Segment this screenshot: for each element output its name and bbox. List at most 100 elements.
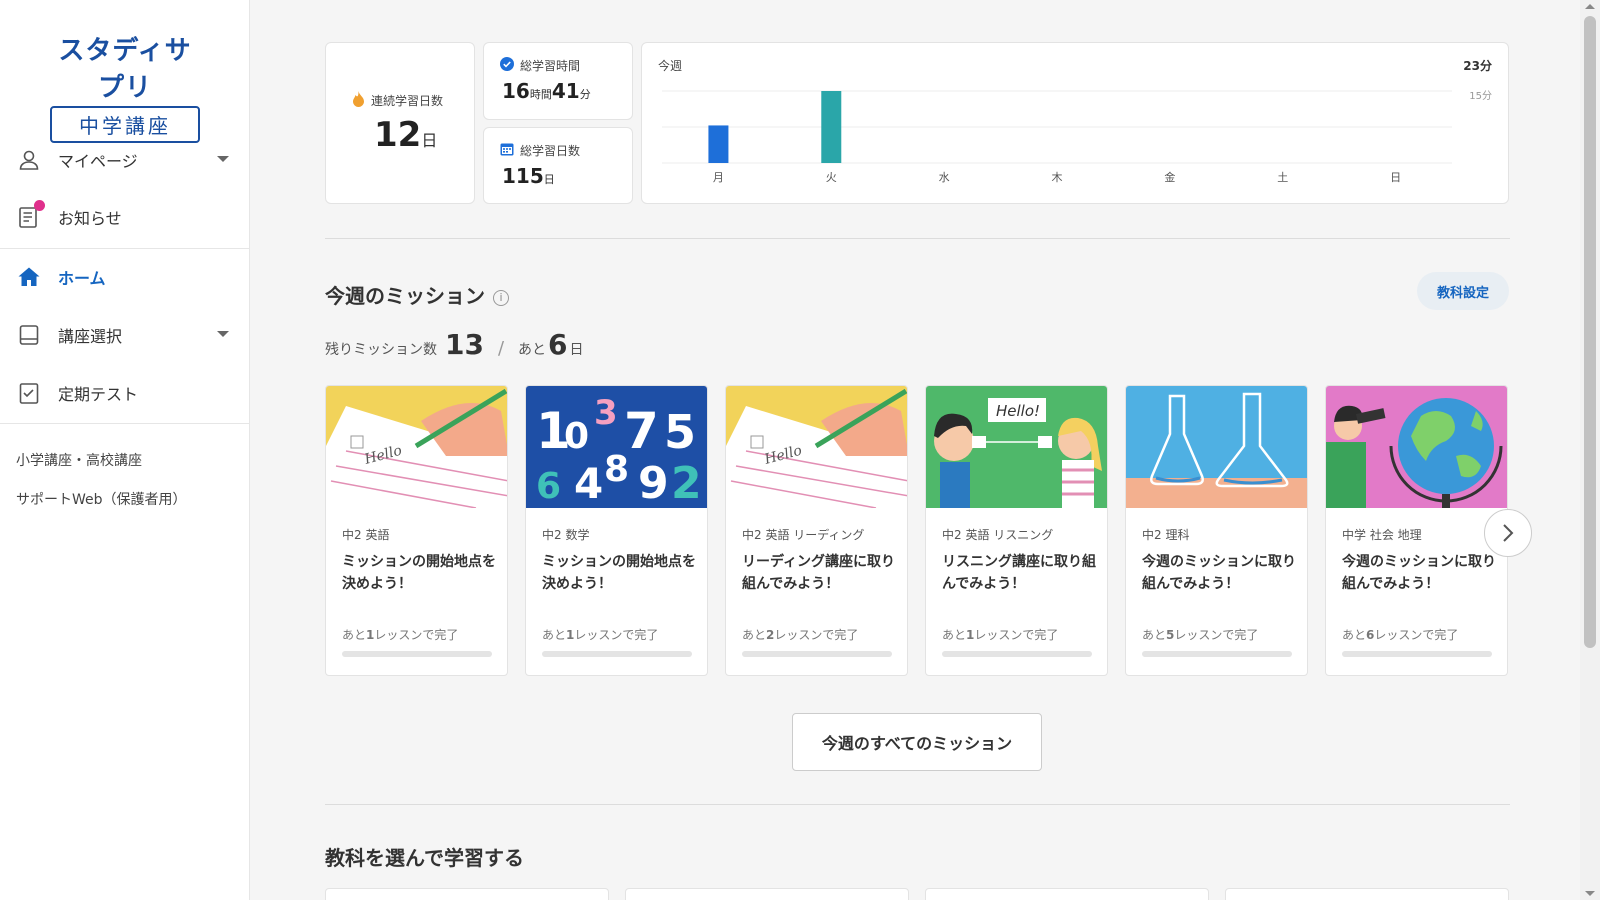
remain-suffix: レッスンで完了 [1374,628,1459,642]
total-days-card: 総学習日数 115日 [483,127,633,204]
chevron-down-icon [217,331,229,337]
sidebar-item-mypage[interactable]: マイページ [0,135,249,185]
chart-bar-0 [708,125,729,163]
remaining-count: 13 [445,328,484,361]
svg-text:5: 5 [664,405,696,459]
days-left-unit: 日 [569,342,584,358]
sidebar-item-news[interactable]: お知らせ [0,192,249,242]
mission-title: リーディング講座に取り組んでみよう！ [742,554,896,592]
chart-tick-label: 木 [1052,171,1063,184]
page-scrollbar[interactable] [1580,0,1600,900]
sidebar-item-label: お知らせ [58,209,122,228]
sidebar-item-home[interactable]: ホーム [0,252,249,302]
svg-text:9: 9 [638,458,669,508]
user-icon [16,147,42,173]
sidebar-item-label: ホーム [58,269,106,288]
mission-subject: 中2 英語 リスニング [942,528,1054,542]
weekly-bar-chart: 月火水木金土日 [662,90,1452,184]
info-icon[interactable]: i [493,289,509,306]
sidebar-item-label: 講座選択 [58,327,123,346]
mission-subject: 中2 理科 [1142,528,1190,542]
streak-value: 12 [374,115,422,155]
brand-logo[interactable]: スタディサプリ 中学講座 [50,30,200,143]
parent-support-link[interactable]: サポートWeb（保護者用） [16,489,187,509]
mission-card-social-geography[interactable]: 中学 社会 地理 今週のミッションに取り組んでみよう！ あと6レッスンで完了 [1325,385,1508,676]
subject-card[interactable] [1225,888,1509,900]
mission-illustration-flasks [1126,386,1307,508]
all-missions-button[interactable]: 今週のすべてのミッション [792,713,1042,771]
chart-tick-label: 日 [1390,171,1401,184]
scroll-up-icon[interactable] [1585,4,1595,9]
total-time-card: 総学習時間 16時間41分 [483,42,633,120]
mission-title: 今週のミッションに取り組んでみよう！ [1342,554,1496,592]
streak-value-row: 12日 [374,115,437,155]
remain-suffix: レッスンで完了 [974,628,1059,642]
mission-card-english-listening[interactable]: Hello! 中2 英語 リスニング リスニング講座に取り組んでみよう！ あと1… [925,385,1108,676]
svg-text:8: 8 [604,449,629,490]
weekly-chart-card: 今週 23分 15分 月火水木金土日 [641,42,1509,204]
remain-suffix: レッスンで完了 [774,628,859,642]
subject-card[interactable] [325,888,609,900]
sidebar-item-label: マイページ [58,152,138,171]
streak-card: 連続学習日数 12日 [325,42,475,204]
sidebar-item-test[interactable]: 定期テスト [0,368,249,418]
streak-label: 連続学習日数 [371,94,444,108]
mission-card-math[interactable]: 1037564892 中2 数学 ミッションの開始地点を決めよう！ あと1レッス… [525,385,708,676]
missions-next-button[interactable] [1484,509,1532,557]
elementary-high-course-link[interactable]: 小学講座・高校講座 [16,450,142,470]
mission-illustration-globe [1326,386,1507,508]
book-icon [16,322,42,348]
chevron-right-icon [1503,524,1514,542]
sidebar: スタディサプリ 中学講座 マイページ お知らせ ホーム 講座選択 定期テスト 小… [0,0,250,900]
days-left-count: 6 [548,328,568,361]
section-divider [325,238,1510,239]
remain-prefix: あと [1342,628,1367,642]
mission-remaining-lessons: あと6レッスンで完了 [1342,626,1458,643]
svg-text:4: 4 [574,459,603,508]
sidebar-divider [0,248,249,249]
sidebar-item-label: 定期テスト [58,385,139,404]
mission-illustration-listening: Hello! [926,386,1107,508]
subject-card[interactable] [925,888,1209,900]
svg-text:0: 0 [564,416,589,457]
illustration-text: Hello! [996,402,1040,420]
home-icon [16,264,42,290]
mission-title: ミッションの開始地点を決めよう！ [542,554,696,592]
subject-settings-button[interactable]: 教科設定 [1417,272,1509,310]
mission-card-english[interactable]: Hello 中2 英語 ミッションの開始地点を決めよう！ あと1レッスンで完了 [325,385,508,676]
mission-illustration-writing: Hello [726,386,907,508]
calendar-icon [500,142,514,159]
fire-icon [352,91,365,110]
mission-title: ミッションの開始地点を決めよう！ [342,554,496,592]
section-divider [325,804,1510,805]
remain-suffix: レッスンで完了 [374,628,459,642]
total-days-label: 総学習日数 [520,144,581,158]
mission-progress-bar [742,651,892,657]
total-hours: 16 [502,79,530,103]
svg-text:6: 6 [536,466,561,507]
mission-progress-bar [1142,651,1292,657]
mission-illustration-numbers: 1037564892 [526,386,707,508]
mission-card-science[interactable]: 中2 理科 今週のミッションに取り組んでみよう！ あと5レッスンで完了 [1125,385,1308,676]
total-time-value-row: 16時間41分 [502,79,591,103]
mission-title: リスニング講座に取り組んでみよう！ [942,554,1096,592]
mission-subject: 中2 英語 [342,528,390,542]
subject-card[interactable] [625,888,909,900]
svg-text:7: 7 [624,402,659,460]
test-checklist-icon [16,380,42,406]
mission-remaining-lessons: あと1レッスンで完了 [542,626,658,643]
scroll-thumb[interactable] [1584,16,1596,648]
remain-prefix: あと [342,628,367,642]
svg-text:2: 2 [671,458,702,508]
mission-progress-bar [942,651,1092,657]
minutes-unit: 分 [579,88,591,101]
sidebar-item-course[interactable]: 講座選択 [0,310,249,360]
chart-tick-label: 水 [939,171,950,184]
clock-check-icon [500,57,514,74]
mission-card-english-reading[interactable]: Hello 中2 英語 リーディング リーディング講座に取り組んでみよう！ あと… [725,385,908,676]
scroll-down-icon[interactable] [1585,891,1595,896]
mission-illustration-writing: Hello [326,386,507,508]
streak-label-row: 連続学習日数 [352,91,443,110]
notification-dot [34,200,45,211]
remaining-label: 残りミッション数 [325,342,437,358]
